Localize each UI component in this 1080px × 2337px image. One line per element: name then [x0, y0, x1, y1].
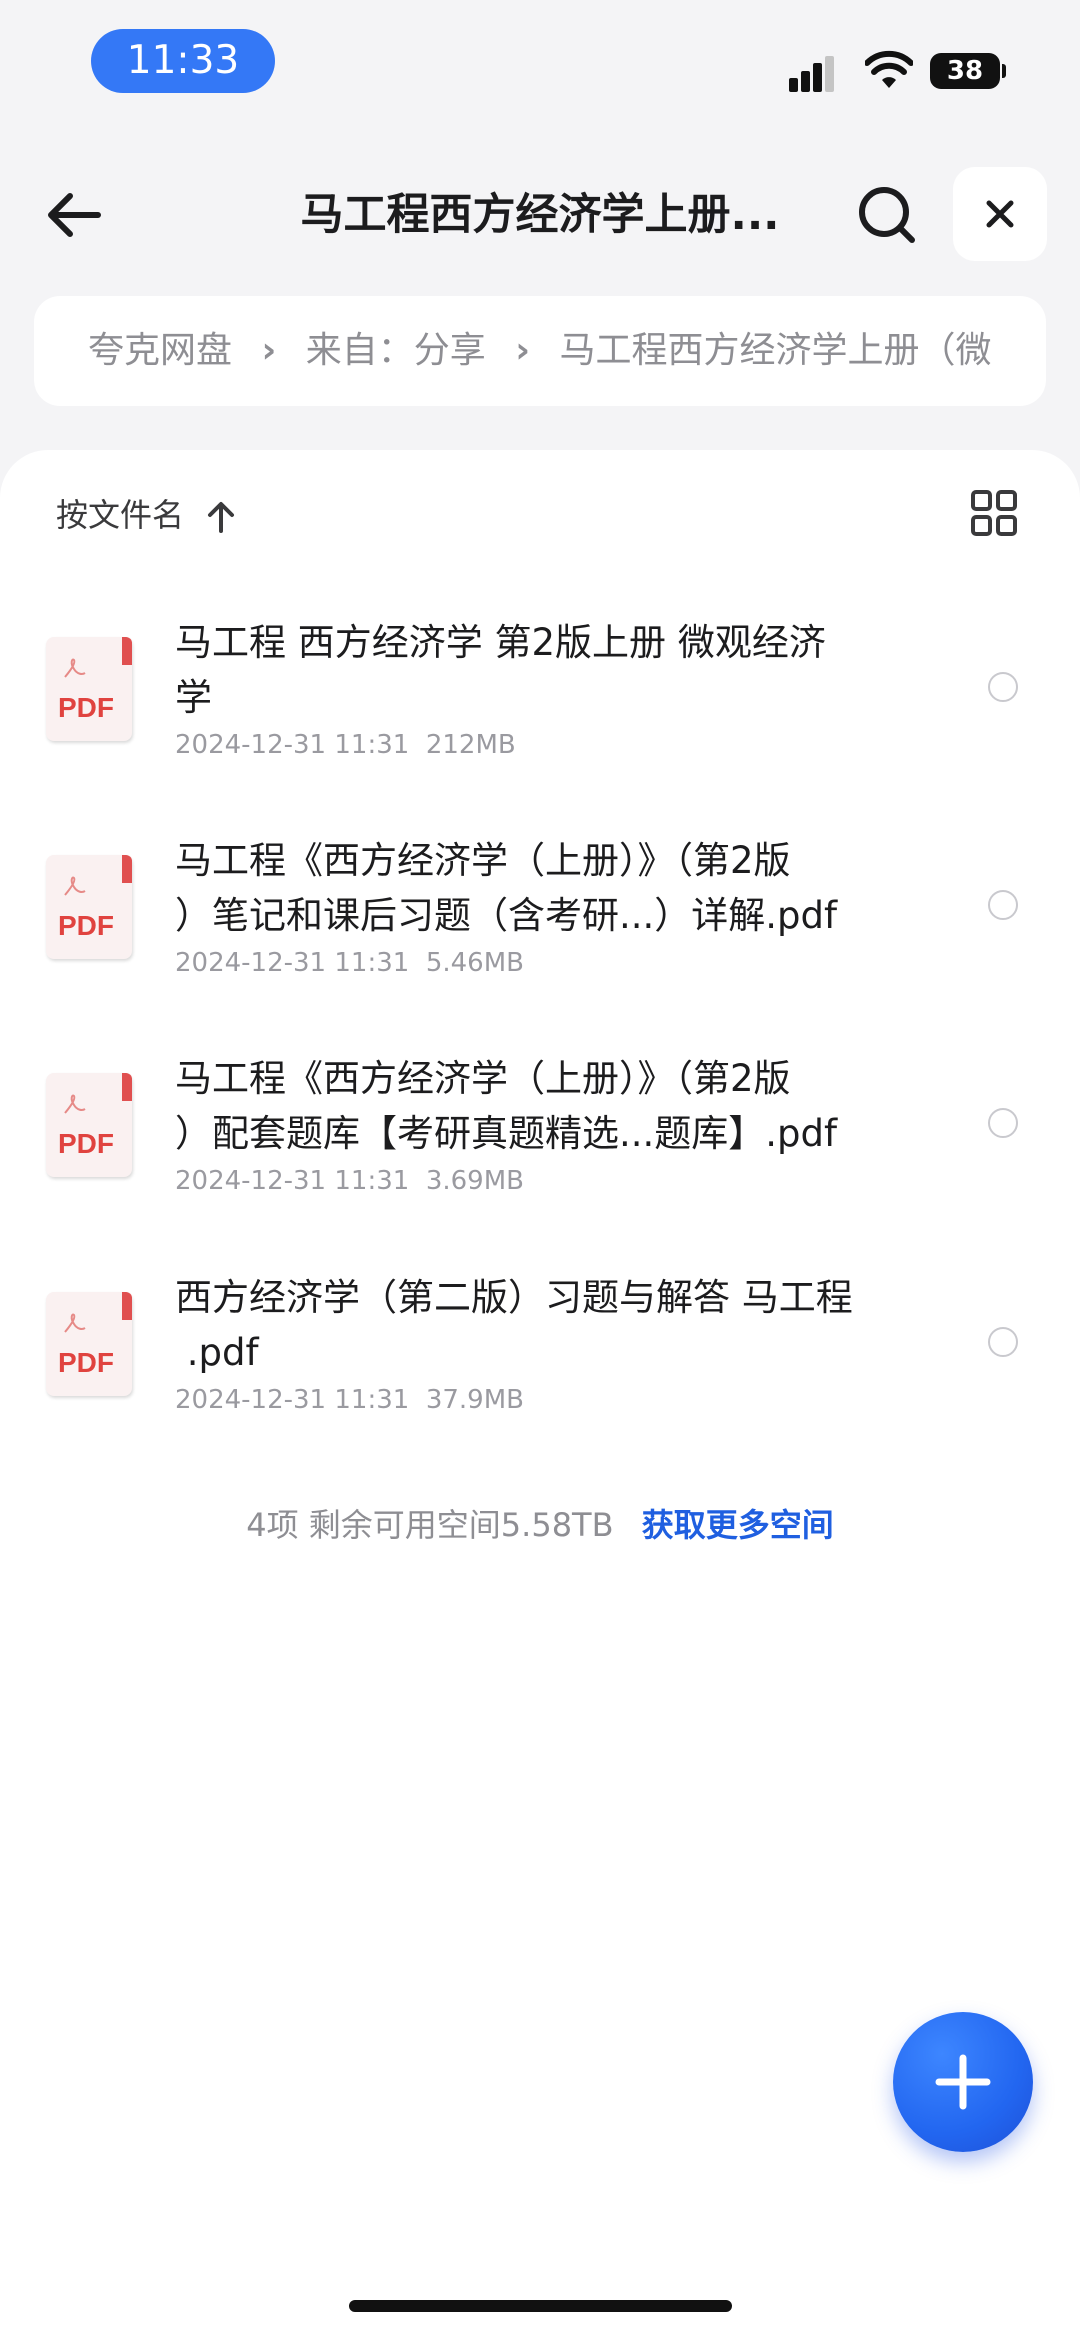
battery-indicator: 38 — [930, 53, 1000, 89]
file-meta: 2024-12-31 11:31 37.9MB — [175, 1385, 524, 1415]
signal-icon — [789, 52, 844, 92]
back-arrow-icon[interactable] — [40, 180, 110, 250]
file-name: 马工程 西方经济学 第2版上册 微观经济学 — [175, 621, 826, 719]
wifi-icon — [865, 50, 913, 88]
file-meta: 2024-12-31 11:31 3.69MB — [175, 1166, 524, 1196]
list-item[interactable]: PDF 西方经济学（第二版）习题与解答 马工程 .pdf 2024-12-31 … — [0, 1240, 1080, 1460]
status-time: 11:33 — [91, 29, 275, 93]
storage-remaining: 剩余可用空间5.58TB — [308, 1506, 614, 1544]
sort-button[interactable]: 按文件名 — [56, 490, 236, 540]
pdf-file-icon: PDF — [46, 855, 136, 965]
select-radio[interactable] — [988, 890, 1018, 920]
add-button[interactable] — [893, 2012, 1033, 2152]
sort-up-arrow-icon — [208, 502, 235, 533]
item-count: 4项 — [246, 1506, 299, 1544]
pdf-file-icon: PDF — [46, 1292, 136, 1402]
list-item[interactable]: PDF 马工程 西方经济学 第2版上册 微观经济学 2024-12-31 11:… — [0, 585, 1080, 805]
breadcrumb-item-shared[interactable]: 来自：分享 — [306, 330, 486, 371]
file-name: 马工程《西方经济学（上册）》（第2版 ）笔记和课后习题（含考研...）详解.pdf — [175, 839, 838, 937]
close-icon — [986, 200, 1014, 228]
breadcrumb-item-root[interactable]: 夸克网盘 — [88, 330, 232, 371]
file-name: 马工程《西方经济学（上册）》（第2版 ）配套题库【考研真题精选...题库】.pdf — [175, 1057, 838, 1155]
close-button[interactable] — [953, 167, 1047, 261]
home-indicator — [349, 2300, 732, 2312]
file-name: 西方经济学（第二版）习题与解答 马工程 .pdf — [175, 1276, 853, 1374]
get-more-space-link[interactable]: 获取更多空间 — [642, 1506, 834, 1544]
file-meta: 2024-12-31 11:31 5.46MB — [175, 948, 524, 978]
battery-tip — [1002, 64, 1006, 78]
file-meta: 2024-12-31 11:31 212MB — [175, 730, 516, 760]
storage-summary: 4项 剩余可用空间5.58TB 获取更多空间 — [0, 1500, 1080, 1546]
pdf-file-icon: PDF — [46, 637, 136, 747]
grid-view-icon[interactable] — [969, 488, 1019, 538]
pdf-file-icon: PDF — [46, 1073, 136, 1183]
page-title: 马工程西方经济学上册... — [300, 190, 780, 240]
select-radio[interactable] — [988, 1327, 1018, 1357]
breadcrumb: 夸克网盘 › 来自：分享 › 马工程西方经济学上册（微 — [34, 296, 1046, 406]
plus-icon — [935, 2054, 991, 2110]
list-item[interactable]: PDF 马工程《西方经济学（上册）》（第2版 ）笔记和课后习题（含考研...）详解… — [0, 803, 1080, 1023]
select-radio[interactable] — [988, 1108, 1018, 1138]
chevron-right-icon: › — [515, 330, 531, 371]
list-item[interactable]: PDF 马工程《西方经济学（上册）》（第2版 ）配套题库【考研真题精选...题库】… — [0, 1021, 1080, 1241]
search-icon[interactable] — [852, 180, 922, 250]
breadcrumb-item-current: 马工程西方经济学上册（微 — [559, 330, 992, 371]
chevron-right-icon: › — [261, 330, 277, 371]
select-radio[interactable] — [988, 672, 1018, 702]
sort-label: 按文件名 — [56, 496, 185, 534]
